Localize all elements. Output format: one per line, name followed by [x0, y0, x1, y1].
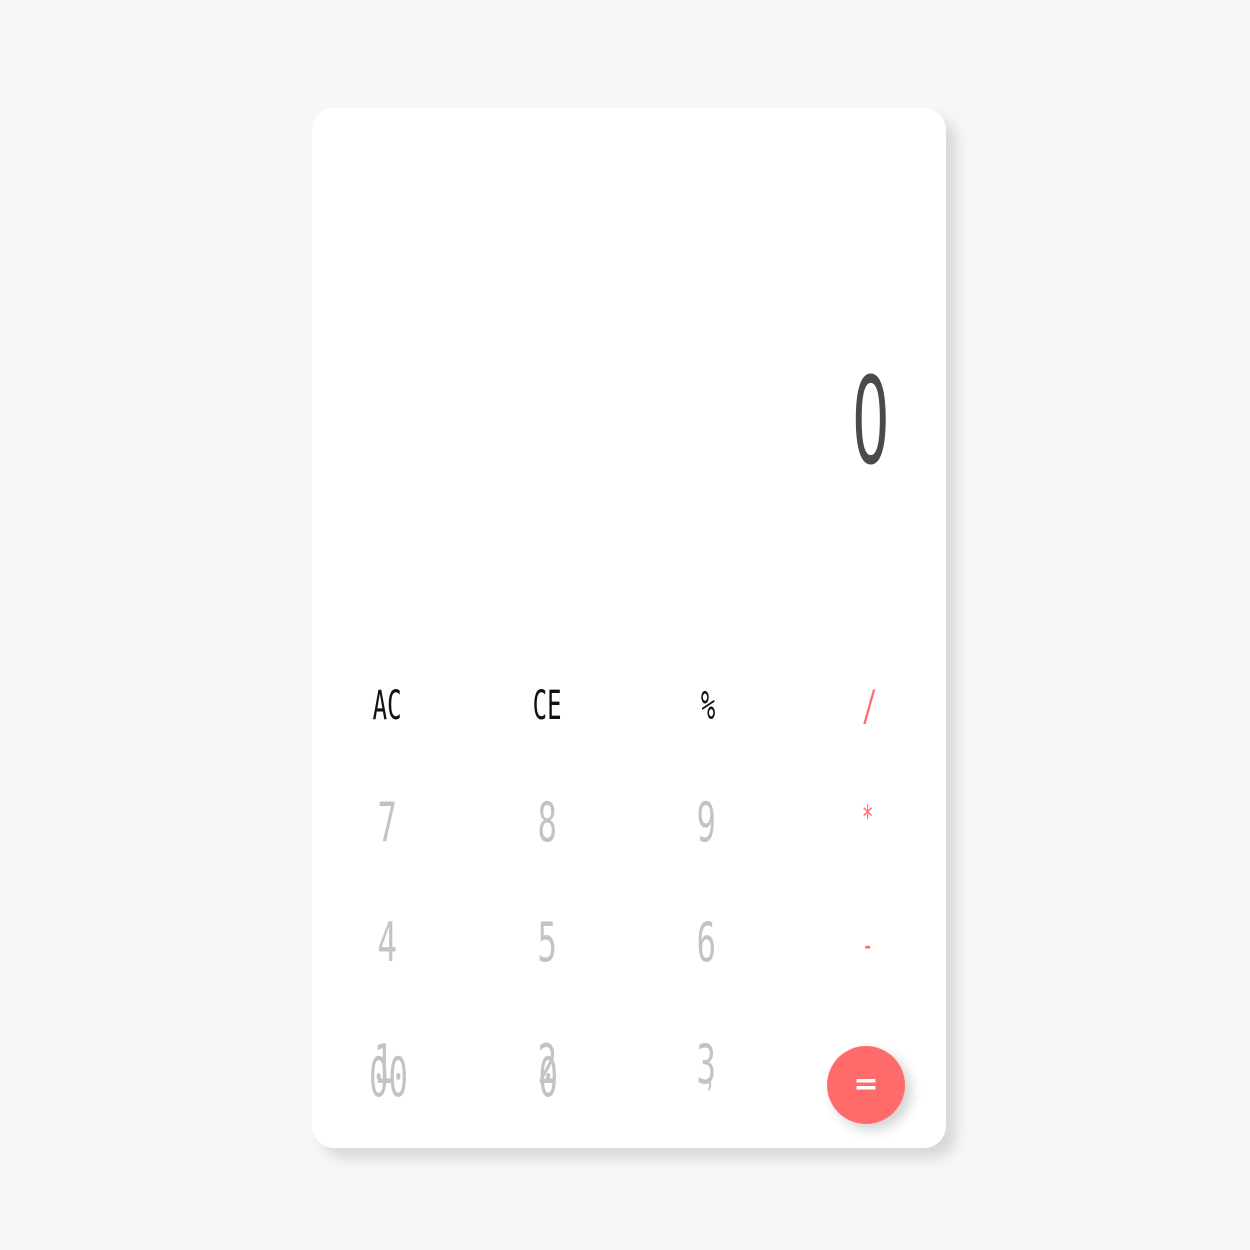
divide-button[interactable]: /	[810, 656, 930, 756]
decimal-label: ,	[704, 1060, 716, 1095]
decimal-button[interactable]: ,	[650, 1028, 770, 1128]
equals-button[interactable]: =	[827, 1046, 905, 1124]
four-label: 4	[377, 911, 397, 974]
percent-label: %	[700, 683, 716, 729]
eight-button[interactable]: 8	[487, 773, 607, 873]
display: 0	[312, 108, 946, 543]
five-label: 5	[537, 911, 557, 974]
multiply-button[interactable]: *	[808, 767, 928, 867]
subtract-button[interactable]: -	[808, 895, 928, 995]
eight-label: 8	[537, 791, 557, 854]
all-clear-button[interactable]: AC	[327, 656, 447, 756]
equals-label: =	[853, 1067, 879, 1102]
percent-button[interactable]: %	[648, 656, 768, 756]
multiply-label: *	[862, 798, 874, 836]
zero-button[interactable]: 0	[488, 1028, 608, 1128]
six-label: 6	[696, 911, 716, 974]
clear-entry-button[interactable]: CE	[487, 656, 607, 756]
double-zero-label: 00	[369, 1046, 409, 1109]
clear-entry-label: CE	[532, 683, 562, 729]
double-zero-button[interactable]: 00	[329, 1028, 449, 1128]
nine-button[interactable]: 9	[646, 773, 766, 873]
all-clear-label: AC	[372, 683, 402, 729]
seven-label: 7	[377, 791, 397, 854]
six-button[interactable]: 6	[646, 893, 766, 993]
zero-label: 0	[538, 1046, 558, 1109]
subtract-label: -	[862, 926, 874, 964]
nine-label: 9	[696, 791, 716, 854]
four-button[interactable]: 4	[327, 893, 447, 993]
five-button[interactable]: 5	[487, 893, 607, 993]
display-value: 0	[852, 353, 890, 492]
seven-button[interactable]: 7	[327, 773, 447, 873]
calculator: 0 AC CE % / 7 8 9 * 4 5 6 - 1 2 3 + 00 0…	[312, 108, 946, 1148]
divide-label: /	[862, 681, 878, 730]
